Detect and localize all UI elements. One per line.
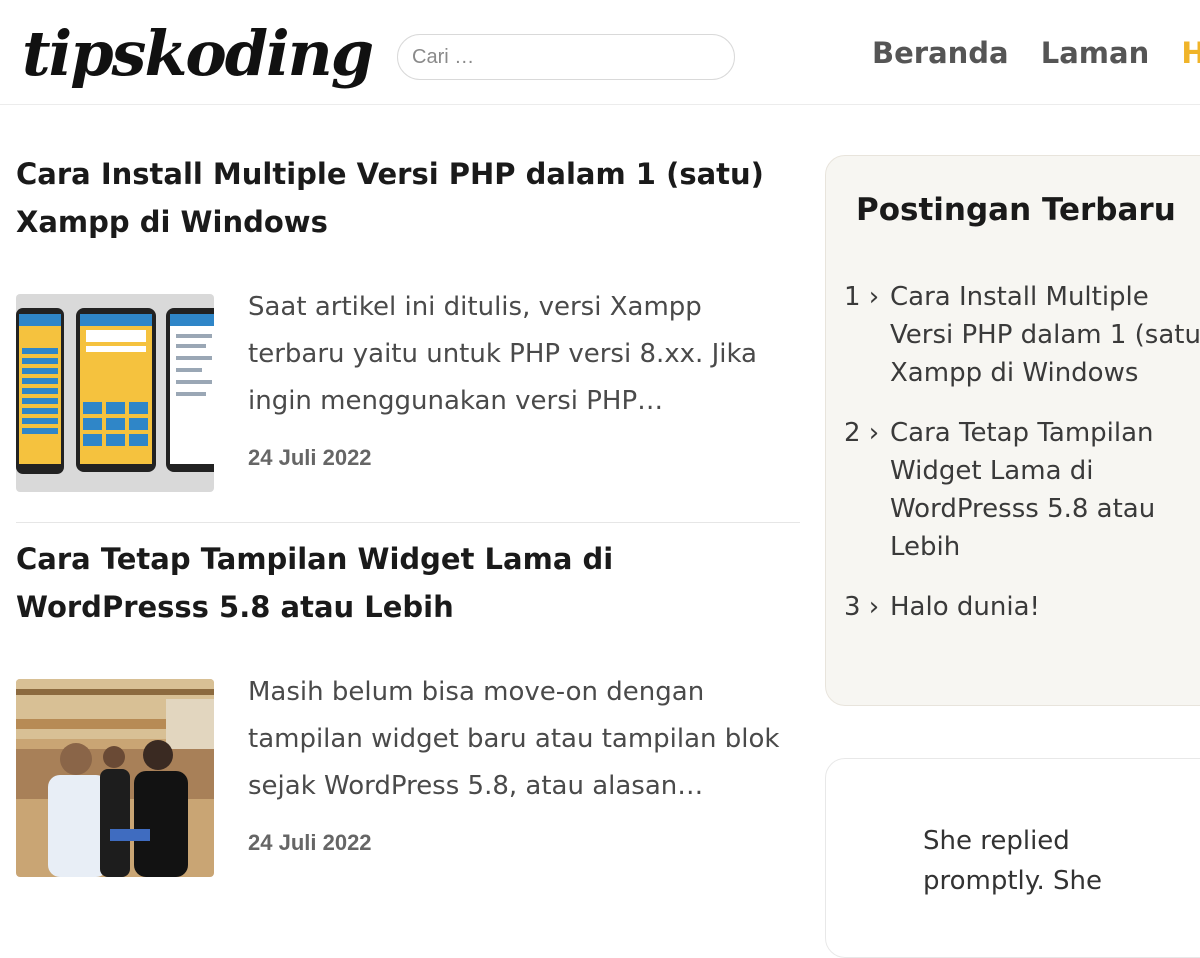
post-card: Cara Install Multiple Versi PHP dalam 1 … [16,150,800,492]
post-excerpt: Masih belum bisa move-on dengan tampilan… [248,677,780,801]
post-body: Saat artikel ini ditulis, versi Xampp te… [16,292,800,492]
search-input[interactable] [397,34,735,80]
nav-item-laman[interactable]: Laman [1041,36,1149,70]
post-text: Masih belum bisa move-on dengan tampilan… [248,677,800,877]
nav-item-beranda[interactable]: Beranda [872,36,1009,70]
post-thumbnail[interactable] [16,679,214,877]
post-title[interactable]: Cara Install Multiple Versi PHP dalam 1 … [16,150,800,246]
post-date: 24 Juli 2022 [248,445,372,470]
phone-screens-image [16,294,214,492]
recent-post-item: 1 › Cara Install Multiple Versi PHP dala… [844,278,1200,392]
recent-posts-list: 1 › Cara Install Multiple Versi PHP dala… [844,278,1200,648]
post-divider [16,522,800,523]
list-number: 2 › [844,418,880,448]
recent-post-item: 2 › Cara Tetap Tampilan Widget Lama di W… [844,414,1200,566]
site-logo[interactable]: tipskoding [22,14,374,94]
post-text: Saat artikel ini ditulis, versi Xampp te… [248,292,800,492]
list-number: 3 › [844,592,880,622]
post-excerpt: Saat artikel ini ditulis, versi Xampp te… [248,292,757,416]
recent-post-item: 3 › Halo dunia! [844,588,1200,626]
list-number: 1 › [844,282,880,312]
people-photo-image [16,679,214,877]
post-thumbnail[interactable] [16,294,214,492]
post-list: Cara Install Multiple Versi PHP dalam 1 … [16,150,800,877]
recent-posts-widget: Postingan Terbaru 1 › Cara Install Multi… [825,155,1200,706]
widget-title: Postingan Terbaru [856,192,1176,228]
post-body: Masih belum bisa move-on dengan tampilan… [16,677,800,877]
post-card: Cara Tetap Tampilan Widget Lama di WordP… [16,535,800,877]
recent-post-link[interactable]: Halo dunia! [890,588,1200,626]
widget-text: She replied promptly. She [923,826,1102,896]
text-widget: She replied promptly. She [825,758,1200,958]
post-date: 24 Juli 2022 [248,830,372,855]
recent-post-link[interactable]: Cara Tetap Tampilan Widget Lama di WordP… [890,414,1200,566]
main-nav: Beranda Laman Hub [872,36,1200,70]
nav-item-hub[interactable]: Hub [1181,36,1200,70]
recent-post-link[interactable]: Cara Install Multiple Versi PHP dalam 1 … [890,278,1200,392]
site-header: tipskoding Beranda Laman Hub [0,0,1200,105]
post-title[interactable]: Cara Tetap Tampilan Widget Lama di WordP… [16,535,800,631]
